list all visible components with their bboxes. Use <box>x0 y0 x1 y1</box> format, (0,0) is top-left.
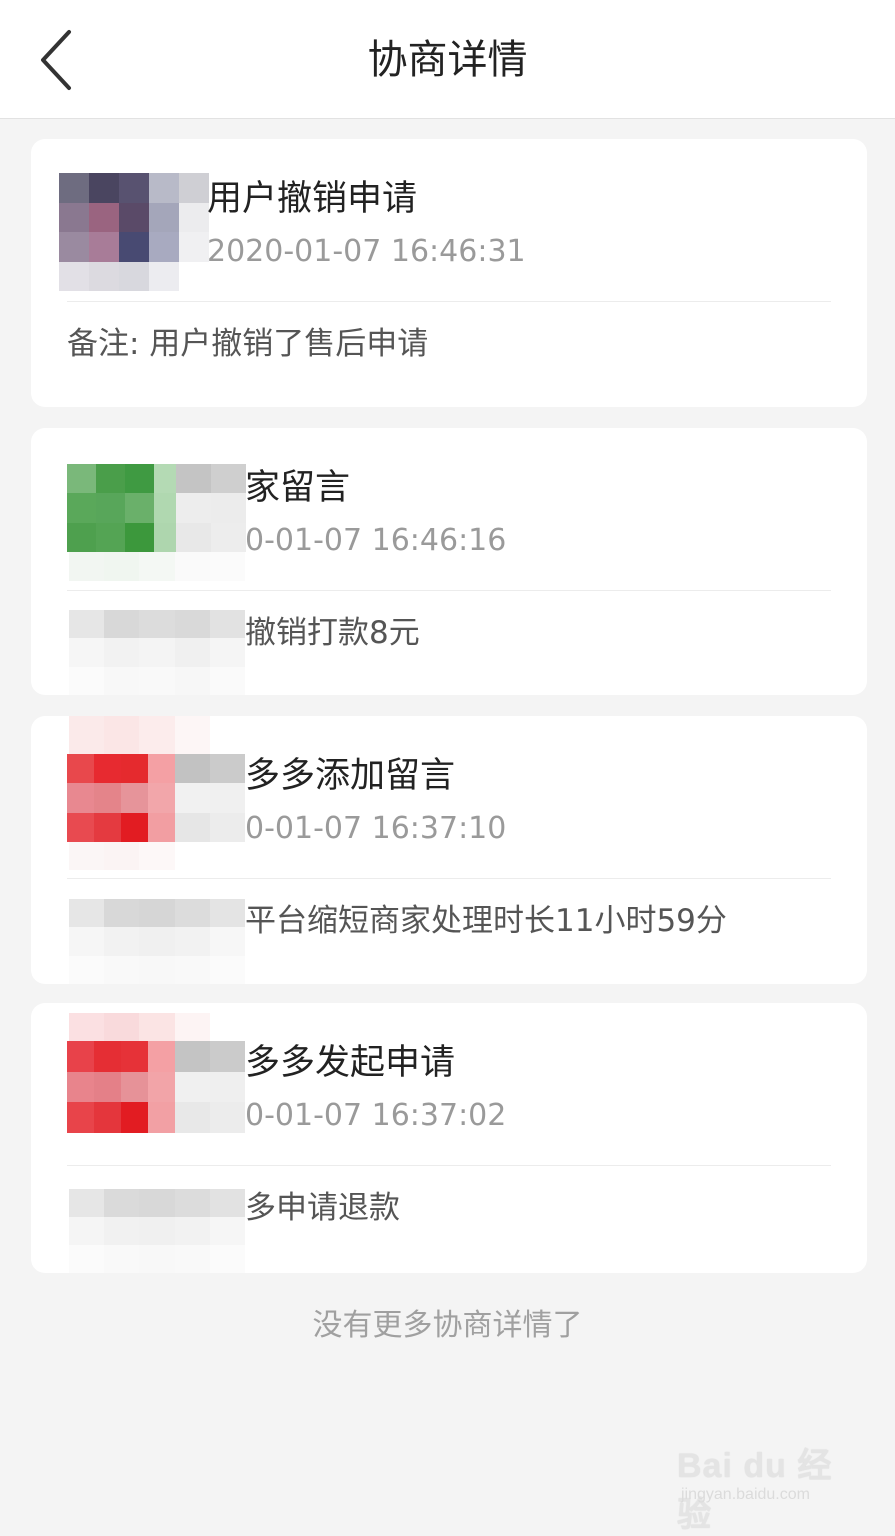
avatar <box>67 464 183 552</box>
avatar <box>67 754 175 842</box>
record-title: 用户撤销申请 <box>207 179 418 219</box>
record-title: 多多发起申请 <box>245 1043 456 1083</box>
record-time: 0-01-07 16:37:02 <box>245 1098 507 1133</box>
no-more-records-text: 没有更多协商详情了 <box>312 1308 583 1343</box>
watermark-url: jingyan.baidu.com <box>681 1486 810 1503</box>
navigation-bar: 协商详情 <box>0 0 895 119</box>
record-note: 备注: 用户撤销了售后申请 <box>67 326 429 362</box>
divider <box>67 301 831 302</box>
record-title: 多多添加留言 <box>245 756 456 796</box>
avatar <box>67 1041 175 1133</box>
blurred-name <box>175 1041 245 1133</box>
avatar <box>59 173 209 291</box>
record-time: 0-01-07 16:46:16 <box>245 523 507 558</box>
divider <box>67 878 831 879</box>
negotiation-record-card: 多多发起申请 0-01-07 16:37:02 多申请退款 <box>31 1003 867 1273</box>
watermark-logo: Bai du 经验 jingyan.baidu.com <box>677 1438 847 1534</box>
blurred-name <box>69 842 245 984</box>
page-title: 协商详情 <box>367 37 528 83</box>
blurred-name <box>175 754 245 842</box>
record-note: 平台缩短商家处理时长11小时59分 <box>245 903 727 939</box>
divider <box>67 1165 831 1166</box>
negotiation-record-card: 用户撤销申请 2020-01-07 16:46:31 备注: 用户撤销了售后申请 <box>31 139 867 407</box>
blurred-name <box>69 716 245 754</box>
record-note: 撤销打款8元 <box>245 615 420 651</box>
blurred-name <box>69 1013 245 1041</box>
blurred-name <box>69 552 245 695</box>
negotiation-record-card: 家留言 0-01-07 16:46:16 撤销打款8元 <box>31 428 867 695</box>
blurred-name <box>69 1189 245 1273</box>
record-note: 多申请退款 <box>245 1190 400 1226</box>
blurred-name <box>176 464 246 552</box>
record-title: 家留言 <box>245 468 351 508</box>
divider <box>67 590 831 591</box>
record-time: 0-01-07 16:37:10 <box>245 811 507 846</box>
record-time: 2020-01-07 16:46:31 <box>207 234 526 269</box>
negotiation-record-card: 多多添加留言 0-01-07 16:37:10 平台缩短商家处理时长11小时59… <box>31 716 867 984</box>
